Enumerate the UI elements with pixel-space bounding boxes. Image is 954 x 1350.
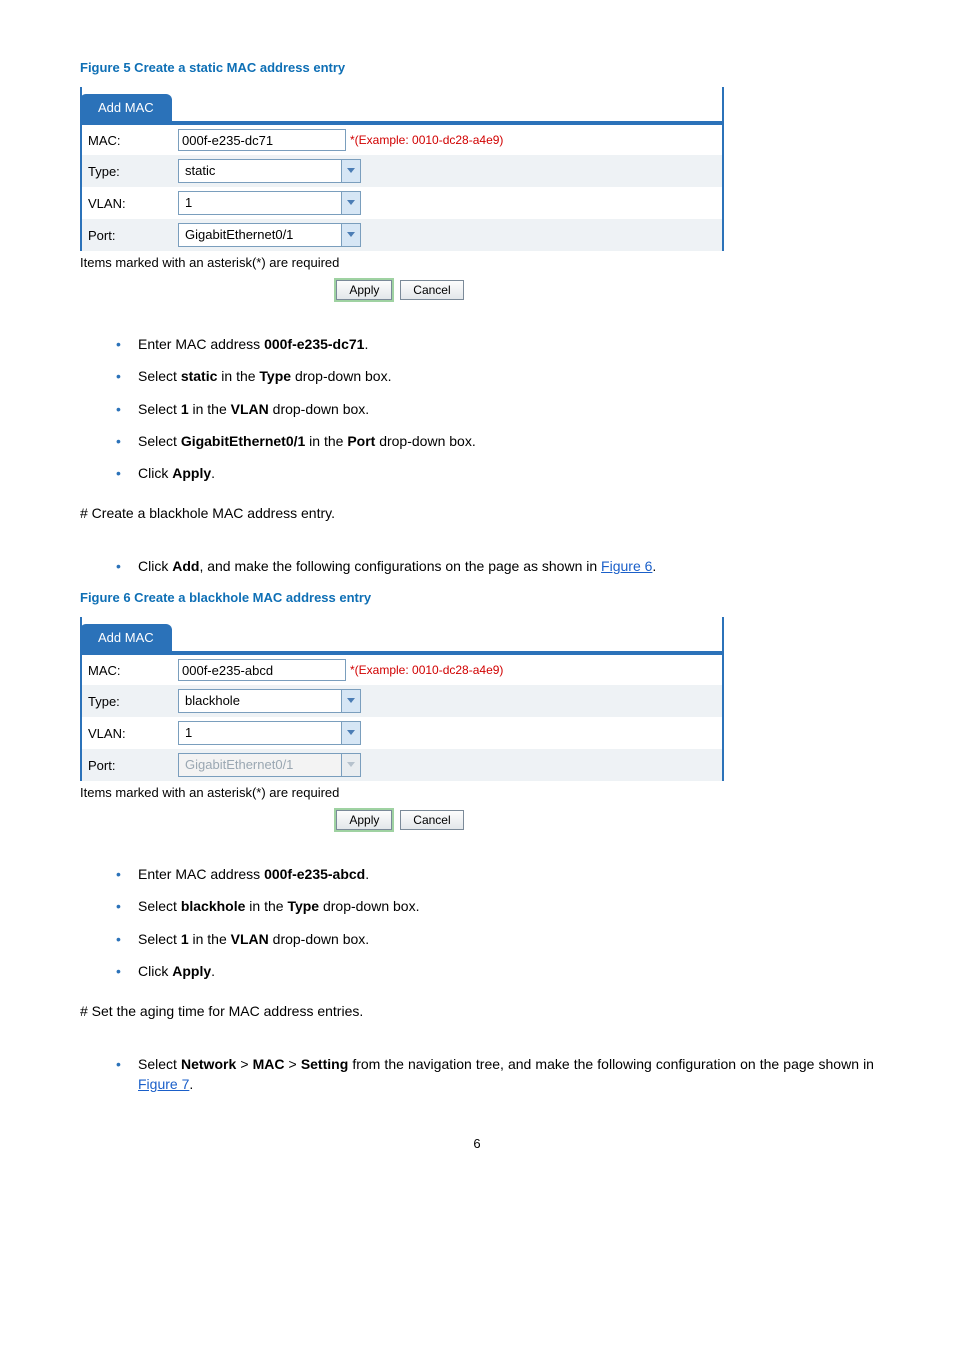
- type-label: Type:: [88, 694, 178, 709]
- apply-button[interactable]: Apply: [336, 810, 392, 830]
- chevron-down-icon: [341, 224, 360, 246]
- paragraph: # Set the aging time for MAC address ent…: [80, 995, 874, 1027]
- required-note: Items marked with an asterisk(*) are req…: [80, 781, 874, 810]
- figure5-title: Figure 5 Create a static MAC address ent…: [80, 60, 874, 75]
- type-value: blackhole: [179, 690, 341, 712]
- type-select[interactable]: blackhole: [178, 689, 361, 713]
- mac-label: MAC:: [88, 663, 178, 678]
- vlan-value: 1: [179, 722, 341, 744]
- list-item: Select 1 in the VLAN drop-down box.: [116, 923, 874, 955]
- port-label: Port:: [88, 228, 178, 243]
- mac-input[interactable]: [178, 129, 346, 151]
- steps-list-1: Enter MAC address 000f-e235-dc71. Select…: [80, 328, 874, 489]
- steps-nav: Select Network > MAC > Setting from the …: [80, 1048, 874, 1101]
- chevron-down-icon: [341, 160, 360, 182]
- mac-example: *(Example: 0010-dc28-a4e9): [350, 663, 503, 677]
- port-select-disabled: GigabitEthernet0/1: [178, 753, 361, 777]
- type-select[interactable]: static: [178, 159, 361, 183]
- cancel-button[interactable]: Cancel: [400, 810, 463, 830]
- chevron-down-icon: [341, 192, 360, 214]
- list-item: Enter MAC address 000f-e235-dc71.: [116, 328, 874, 360]
- figure6-title: Figure 6 Create a blackhole MAC address …: [80, 590, 874, 605]
- list-item: Click Apply.: [116, 457, 874, 489]
- list-item: Select 1 in the VLAN drop-down box.: [116, 393, 874, 425]
- page-number: 6: [80, 1136, 874, 1151]
- figure5-form: Add MAC MAC: *(Example: 0010-dc28-a4e9) …: [80, 87, 724, 251]
- required-note: Items marked with an asterisk(*) are req…: [80, 251, 874, 280]
- mac-input[interactable]: [178, 659, 346, 681]
- port-select[interactable]: GigabitEthernet0/1: [178, 223, 361, 247]
- apply-button[interactable]: Apply: [336, 280, 392, 300]
- vlan-select[interactable]: 1: [178, 721, 361, 745]
- vlan-select[interactable]: 1: [178, 191, 361, 215]
- add-mac-tab[interactable]: Add MAC: [80, 94, 172, 121]
- steps-add: Click Add, and make the following config…: [80, 550, 874, 582]
- mac-example: *(Example: 0010-dc28-a4e9): [350, 133, 503, 147]
- list-item: Click Apply.: [116, 955, 874, 987]
- cancel-button[interactable]: Cancel: [400, 280, 463, 300]
- chevron-down-icon: [341, 722, 360, 744]
- add-mac-tab[interactable]: Add MAC: [80, 624, 172, 651]
- vlan-value: 1: [179, 192, 341, 214]
- figure6-link[interactable]: Figure 6: [601, 558, 652, 574]
- list-item: Enter MAC address 000f-e235-abcd.: [116, 858, 874, 890]
- steps-list-2: Enter MAC address 000f-e235-abcd. Select…: [80, 858, 874, 987]
- figure6-form: Add MAC MAC: *(Example: 0010-dc28-a4e9) …: [80, 617, 724, 781]
- port-value: GigabitEthernet0/1: [179, 754, 341, 776]
- list-item: Select blackhole in the Type drop-down b…: [116, 890, 874, 922]
- type-label: Type:: [88, 164, 178, 179]
- port-label: Port:: [88, 758, 178, 773]
- chevron-down-icon: [341, 690, 360, 712]
- vlan-label: VLAN:: [88, 196, 178, 211]
- list-item: Select Network > MAC > Setting from the …: [116, 1048, 874, 1101]
- vlan-label: VLAN:: [88, 726, 178, 741]
- chevron-down-icon: [341, 754, 360, 776]
- list-item: Click Add, and make the following config…: [116, 550, 874, 582]
- type-value: static: [179, 160, 341, 182]
- list-item: Select GigabitEthernet0/1 in the Port dr…: [116, 425, 874, 457]
- port-value: GigabitEthernet0/1: [179, 224, 341, 246]
- figure7-link[interactable]: Figure 7: [138, 1076, 189, 1092]
- paragraph: # Create a blackhole MAC address entry.: [80, 497, 874, 529]
- list-item: Select static in the Type drop-down box.: [116, 360, 874, 392]
- mac-label: MAC:: [88, 133, 178, 148]
